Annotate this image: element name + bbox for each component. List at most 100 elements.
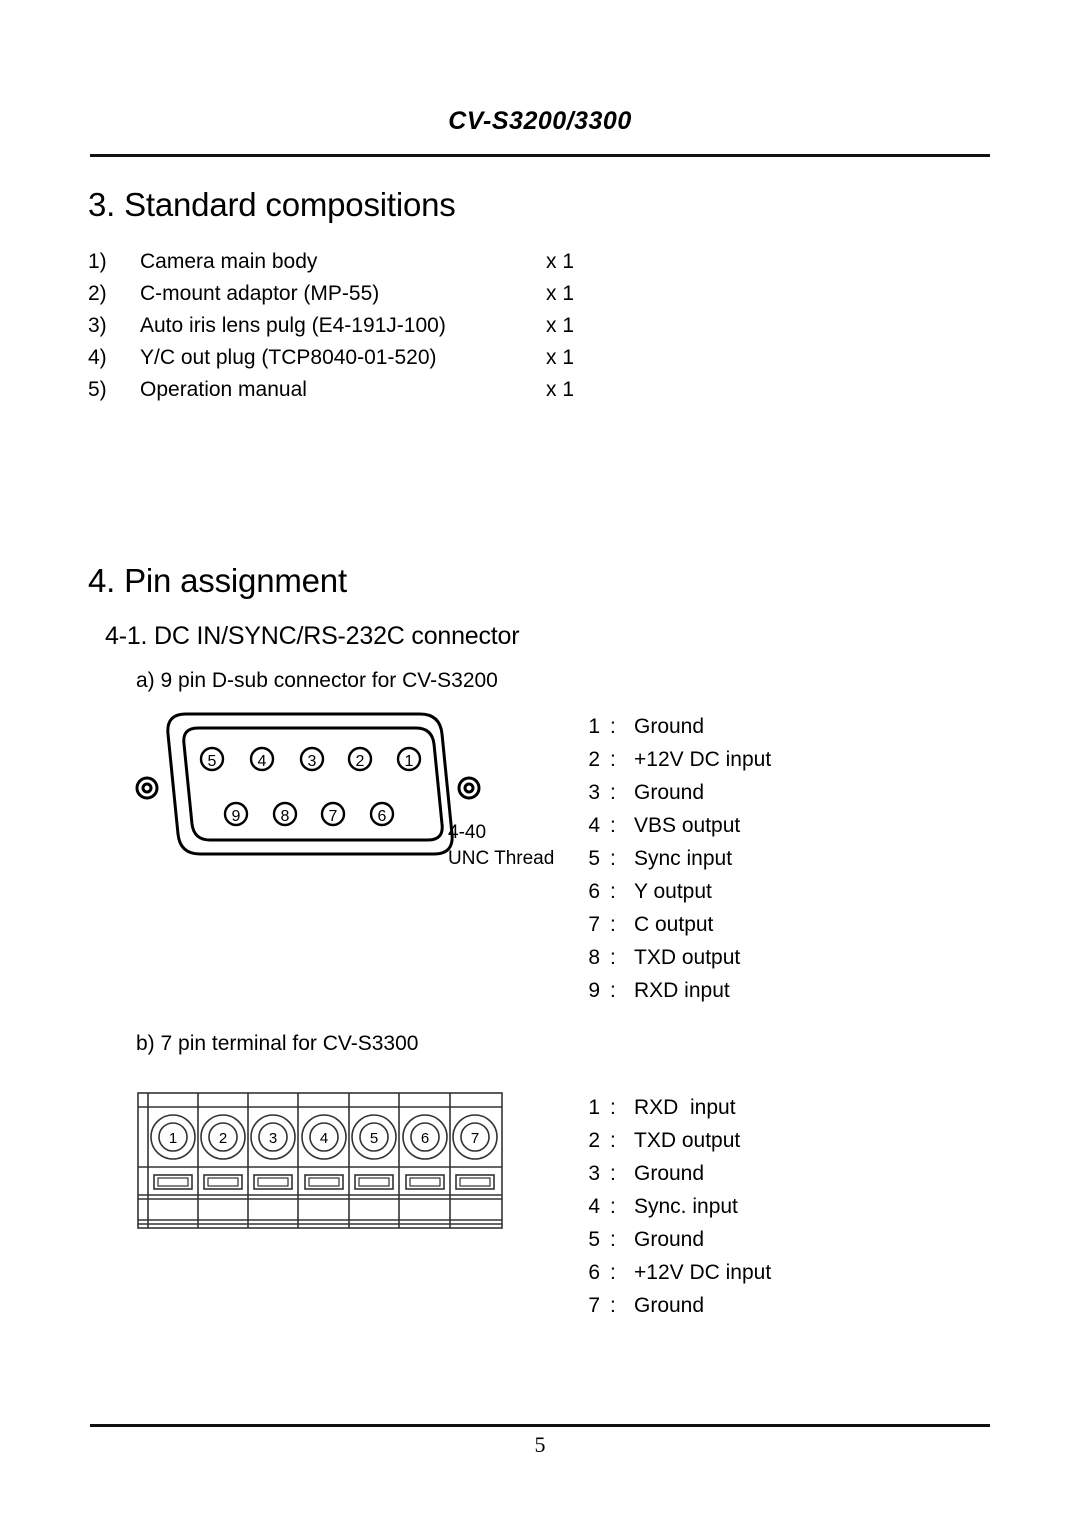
pin-number: 3 bbox=[588, 781, 600, 804]
pin-number: 3 bbox=[588, 1162, 600, 1185]
list-item-qty: x 1 bbox=[546, 378, 575, 401]
terminal-slot-7-inner bbox=[459, 1177, 491, 1187]
pin-function: Ground bbox=[634, 1228, 705, 1251]
pin-separator: : bbox=[610, 847, 616, 870]
dsub-pin-3: 3 bbox=[299, 746, 325, 772]
list-item-name: Camera main body bbox=[140, 250, 318, 273]
pin-number: 6 bbox=[588, 1261, 600, 1284]
terminal-slot-2-inner bbox=[207, 1177, 239, 1187]
terminal-slot-7-outer bbox=[455, 1174, 495, 1190]
terminal-slot-1-inner bbox=[157, 1177, 189, 1187]
terminal-screw-2-label: 2 bbox=[219, 1130, 227, 1147]
list-item-index: 5) bbox=[88, 378, 107, 401]
pin-number: 4 bbox=[588, 1195, 600, 1218]
dsub-pin-6-label: 6 bbox=[378, 808, 387, 825]
dsub-thread-size: 4-40 bbox=[448, 822, 487, 843]
dsub-pin-1-label: 1 bbox=[405, 753, 414, 770]
pin-separator: : bbox=[610, 781, 616, 804]
pin-separator: : bbox=[610, 1096, 616, 1119]
list-item: 3) Auto iris lens pulg (E4-191J-100) x 1 bbox=[88, 314, 648, 346]
pin-number: 1 bbox=[588, 715, 600, 738]
terminal-screw-4: 4 bbox=[301, 1114, 347, 1190]
terminal-slot-1-outer bbox=[153, 1174, 193, 1190]
terminal-block-svg: 1 2 3 4 5 6 7 bbox=[137, 1092, 503, 1229]
pin-function: Ground bbox=[634, 1294, 705, 1317]
pin-number: 5 bbox=[588, 1228, 600, 1251]
list-item-qty: x 1 bbox=[546, 314, 575, 337]
header-rule bbox=[90, 154, 990, 157]
dsub-pin-top-row: 5 4 3 2 1 bbox=[199, 746, 422, 772]
dsub-pin-9: 9 bbox=[223, 801, 249, 827]
pin-separator: : bbox=[610, 1129, 616, 1152]
pin-separator: : bbox=[610, 814, 616, 837]
dsub-pin-2-label: 2 bbox=[356, 753, 365, 770]
pin-separator: : bbox=[610, 979, 616, 1002]
page-header-title: CV-S3200/3300 bbox=[448, 107, 632, 135]
list-item: 5) Operation manual x 1 bbox=[88, 378, 648, 410]
pin-number: 7 bbox=[588, 1294, 600, 1317]
pin-function: Ground bbox=[634, 715, 705, 738]
caption-terminal-block: b) 7 pin terminal for CV-S3300 bbox=[136, 1032, 419, 1055]
section-heading-pin-assignment: 4. Pin assignment bbox=[88, 562, 347, 599]
dsub-pin-5-label: 5 bbox=[208, 753, 217, 770]
pin-separator: : bbox=[610, 880, 616, 903]
pin-separator: : bbox=[610, 946, 616, 969]
terminal-screw-1-label: 1 bbox=[169, 1130, 177, 1147]
pin-function: VBS output bbox=[634, 814, 741, 837]
pin-separator: : bbox=[610, 1195, 616, 1218]
list-item-qty: x 1 bbox=[546, 250, 575, 273]
pin-function: Y output bbox=[634, 880, 712, 903]
terminal-screw-6-label: 6 bbox=[421, 1130, 429, 1147]
dsub-pin-7-label: 7 bbox=[329, 808, 338, 825]
pin-separator: : bbox=[610, 1162, 616, 1185]
dsub-connector-diagram: 5 4 3 2 1 9 8 7 6 4-40 UNC Thread bbox=[128, 702, 558, 882]
list-item: 1) Camera main body x 1 bbox=[88, 250, 648, 282]
dsub-pin-bottom-row: 9 8 7 6 bbox=[223, 801, 395, 827]
caption-dsub-connector: a) 9 pin D-sub connector for CV-S3200 bbox=[136, 669, 498, 692]
terminal-slot-2-outer bbox=[203, 1174, 243, 1190]
terminal-slot-4-outer bbox=[304, 1174, 344, 1190]
terminal-screw-5: 5 bbox=[351, 1114, 397, 1190]
dsub-screw-hole-right-icon bbox=[457, 776, 481, 800]
terminal-slot-3-inner bbox=[257, 1177, 289, 1187]
subsection-heading-connector: 4-1. DC IN/SYNC/RS-232C connector bbox=[105, 622, 520, 650]
footer-rule bbox=[90, 1424, 990, 1427]
list-item-qty: x 1 bbox=[546, 346, 575, 369]
list-item-name: Auto iris lens pulg (E4-191J-100) bbox=[140, 314, 446, 337]
terminal-screw-7-label: 7 bbox=[471, 1130, 479, 1147]
terminal-screw-6: 6 bbox=[402, 1114, 448, 1190]
pin-separator: : bbox=[610, 1228, 616, 1251]
pin-separator: : bbox=[610, 913, 616, 936]
terminal-screw-5-label: 5 bbox=[370, 1130, 378, 1147]
dsub-pin-5: 5 bbox=[199, 746, 225, 772]
dsub-pin-7: 7 bbox=[320, 801, 346, 827]
pin-number: 4 bbox=[588, 814, 600, 837]
terminal-screw-1: 1 bbox=[150, 1114, 196, 1190]
page-number: 5 bbox=[534, 1432, 546, 1457]
pin-separator: : bbox=[610, 715, 616, 738]
terminal-screw-3: 3 bbox=[250, 1114, 296, 1190]
pin-separator: : bbox=[610, 1294, 616, 1317]
pin-function: C output bbox=[634, 913, 714, 936]
terminal-screw-4-label: 4 bbox=[320, 1130, 328, 1147]
dsub-pin-1: 1 bbox=[396, 746, 422, 772]
dsub-pin-6: 6 bbox=[369, 801, 395, 827]
pin-number: 2 bbox=[588, 1129, 600, 1152]
pin-number: 1 bbox=[588, 1096, 600, 1119]
list-item: 4) Y/C out plug (TCP8040-01-520) x 1 bbox=[88, 346, 648, 378]
terminal-slot-6-outer bbox=[405, 1174, 445, 1190]
dsub-thread-type: UNC Thread bbox=[448, 848, 555, 869]
list-item-index: 2) bbox=[88, 282, 107, 305]
list-item-index: 4) bbox=[88, 346, 107, 369]
standard-compositions-list: 1) Camera main body x 1 2) C-mount adapt… bbox=[88, 250, 648, 410]
dsub-pin-2: 2 bbox=[347, 746, 373, 772]
terminal-screw-2: 2 bbox=[200, 1114, 246, 1190]
pin-function: TXD output bbox=[634, 1129, 741, 1152]
pin-function: RXD input bbox=[634, 979, 730, 1002]
pin-function: Ground bbox=[634, 781, 705, 804]
dsub-screw-hole-left-icon bbox=[135, 776, 159, 800]
pin-number: 5 bbox=[588, 847, 600, 870]
pin-function: +12V DC input bbox=[634, 1261, 772, 1284]
dsub-thread-label: 4-40 UNC Thread bbox=[448, 820, 554, 872]
terminal-slot-5-outer bbox=[354, 1174, 394, 1190]
